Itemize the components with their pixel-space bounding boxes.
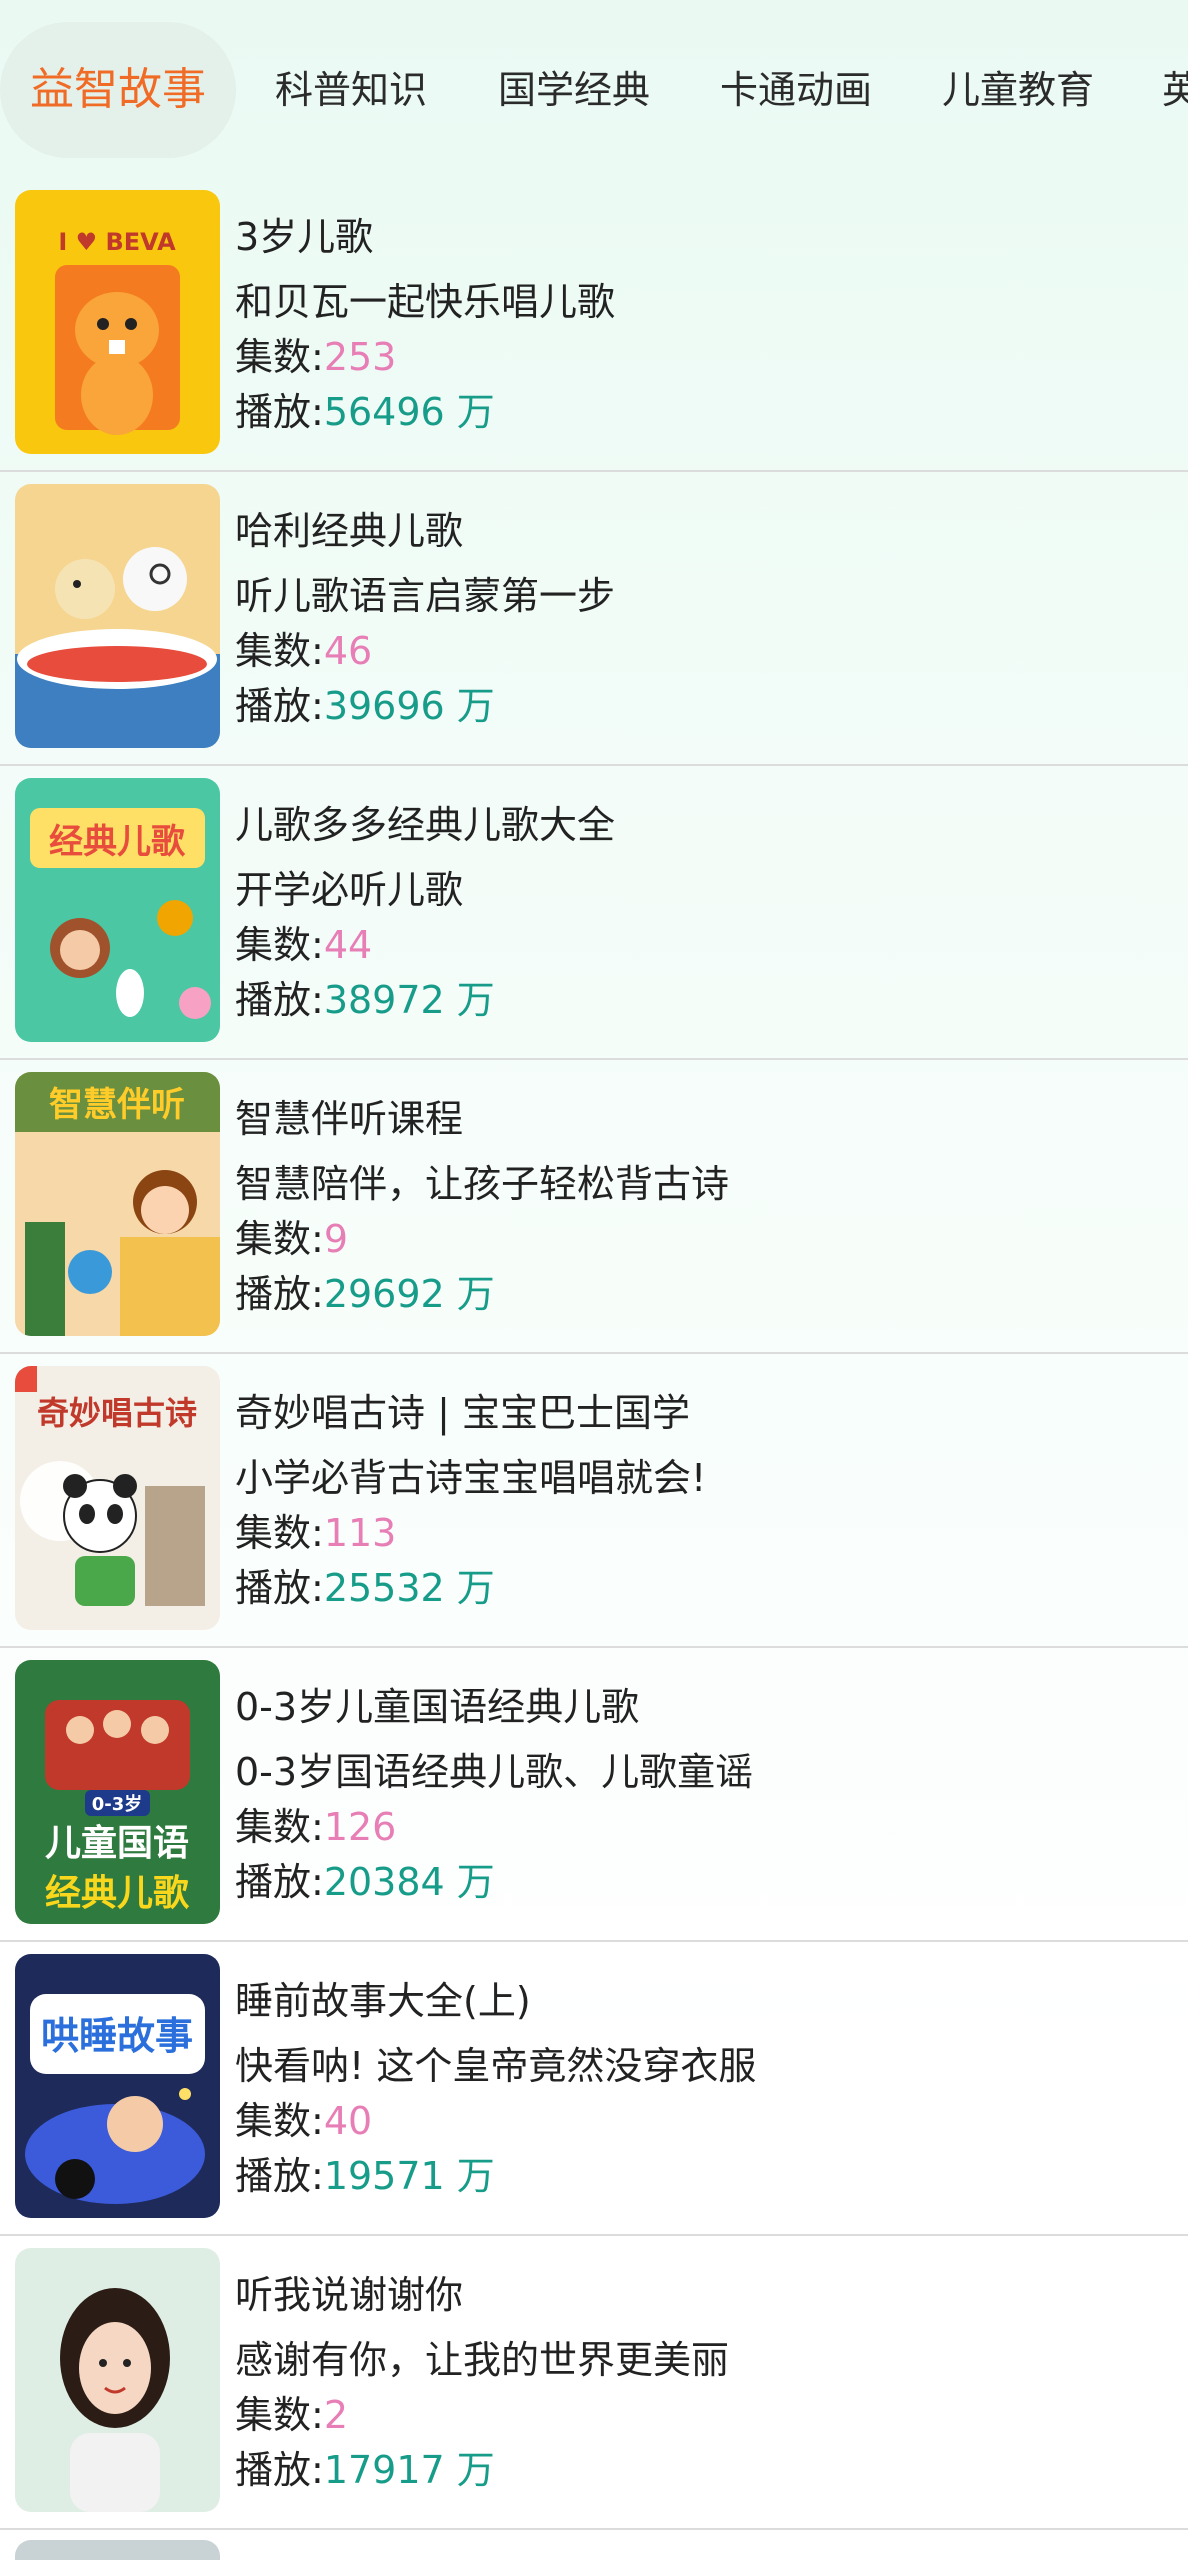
mother-child-reading-icon: 智慧伴听 <box>15 1072 220 1336</box>
beaver-cartoon-icon: I ♥ BEVA <box>15 190 220 454</box>
svg-text:智慧伴听: 智慧伴听 <box>49 1085 185 1125</box>
svg-text:奇妙唱古诗: 奇妙唱古诗 <box>37 1394 197 1432</box>
tab-science[interactable]: 科普知识 <box>245 22 457 158</box>
svg-text:I ♥ BEVA: I ♥ BEVA <box>58 228 176 256</box>
svg-text:经典儿歌: 经典儿歌 <box>49 822 186 862</box>
play-count: 播放:19571 万 <box>235 2154 495 2198</box>
album-subtitle: 智慧陪伴，让孩子轻松背古诗 <box>235 1162 730 1206</box>
album-subtitle: 0-3岁国语经典儿歌、儿歌童谣 <box>235 1750 754 1794</box>
album-title: 哈利经典儿歌 <box>235 509 464 553</box>
svg-text:儿童国语: 儿童国语 <box>45 1822 189 1864</box>
album-title: 0-3岁儿童国语经典儿歌 <box>235 1685 640 1729</box>
episodes-count: 集数:126 <box>235 1805 397 1849</box>
play-count: 播放:39696 万 <box>235 684 495 728</box>
tab-cartoon[interactable]: 卡通动画 <box>690 22 902 158</box>
svg-text:经典儿歌: 经典儿歌 <box>45 1873 190 1914</box>
episodes-count: 集数:40 <box>235 2099 373 2143</box>
list-item[interactable]: I ♥ BEVA 3岁儿歌 和贝瓦一起快乐唱儿歌 集数:253 播放:56496… <box>0 178 1188 472</box>
list-item[interactable]: 听我说谢谢你 感谢有你，让我的世界更美丽 集数:2 播放:17917 万 <box>0 2236 1188 2530</box>
tab-education[interactable]: 儿童教育 <box>912 22 1124 158</box>
list-item[interactable]: 哈利经典儿歌 听儿歌语言启蒙第一步 集数:46 播放:39696 万 <box>0 472 1188 766</box>
play-count: 播放:25532 万 <box>235 1566 495 1610</box>
episodes-count: 集数:46 <box>235 629 373 673</box>
album-subtitle: 开学必听儿歌 <box>235 868 464 912</box>
album-subtitle: 感谢有你，让我的世界更美丽 <box>235 2338 730 2382</box>
episodes-count: 集数:2 <box>235 2393 348 2437</box>
album-title: 睡前故事大全(上) <box>235 1979 531 2023</box>
play-count: 播放:56496 万 <box>235 390 495 434</box>
list-item[interactable]: 经典儿歌 儿歌多多经典儿歌大全 开学必听儿歌 集数:44 播放:38972 万 <box>0 766 1188 1060</box>
children-group-icon: 0-3岁 儿童国语 经典儿歌 <box>15 1660 220 1924</box>
episodes-count: 集数:9 <box>235 1217 348 1261</box>
album-cover-partial <box>15 2540 220 2560</box>
list-item-partial[interactable] <box>0 2530 1188 2560</box>
panda-cartoon-icon: 奇妙唱古诗 <box>15 1366 220 1630</box>
tab-english[interactable]: 英 <box>1132 22 1188 158</box>
play-count: 播放:20384 万 <box>235 1860 495 1904</box>
monkey-cartoon-icon: 经典儿歌 <box>15 778 220 1042</box>
album-title: 智慧伴听课程 <box>235 1097 464 1141</box>
episodes-count: 集数:44 <box>235 923 373 967</box>
list-item[interactable]: 哄睡故事 睡前故事大全(上) 快看呐! 这个皇帝竟然没穿衣服 集数:40 播放:… <box>0 1942 1188 2236</box>
list-item[interactable]: 0-3岁 儿童国语 经典儿歌 0-3岁儿童国语经典儿歌 0-3岁国语经典儿歌、儿… <box>0 1648 1188 1942</box>
album-title: 听我说谢谢你 <box>235 2273 464 2317</box>
svg-text:0-3岁: 0-3岁 <box>92 1793 143 1815</box>
svg-text:哄睡故事: 哄睡故事 <box>41 2014 193 2058</box>
sleeping-child-icon: 哄睡故事 <box>15 1954 220 2218</box>
play-count: 播放:17917 万 <box>235 2448 495 2492</box>
album-title: 3岁儿歌 <box>235 215 374 259</box>
tab-puzzle-stories[interactable]: 益智故事 <box>0 22 236 158</box>
album-subtitle: 听儿歌语言启蒙第一步 <box>235 574 616 618</box>
play-count: 播放:29692 万 <box>235 1272 495 1316</box>
category-tab-bar: 益智故事 科普知识 国学经典 卡通动画 儿童教育 英 <box>0 0 1188 178</box>
album-subtitle: 小学必背古诗宝宝唱唱就会! <box>235 1456 707 1500</box>
play-count: 播放:38972 万 <box>235 978 495 1022</box>
episodes-count: 集数:113 <box>235 1511 397 1555</box>
album-subtitle: 快看呐! 这个皇帝竟然没穿衣服 <box>235 2044 757 2088</box>
tab-classics[interactable]: 国学经典 <box>468 22 680 158</box>
album-subtitle: 和贝瓦一起快乐唱儿歌 <box>235 280 616 324</box>
girl-portrait-icon <box>15 2248 220 2512</box>
episodes-count: 集数:253 <box>235 335 397 379</box>
list-item[interactable]: 奇妙唱古诗 奇妙唱古诗 | 宝宝巴士国学 小学必背古诗宝宝唱唱就会! 集数:11… <box>0 1354 1188 1648</box>
album-title: 儿歌多多经典儿歌大全 <box>235 803 616 847</box>
list-item[interactable]: 智慧伴听 智慧伴听课程 智慧陪伴，让孩子轻松背古诗 集数:9 播放:29692 … <box>0 1060 1188 1354</box>
puppies-cartoon-icon <box>15 484 220 748</box>
album-title: 奇妙唱古诗 | 宝宝巴士国学 <box>235 1391 690 1435</box>
